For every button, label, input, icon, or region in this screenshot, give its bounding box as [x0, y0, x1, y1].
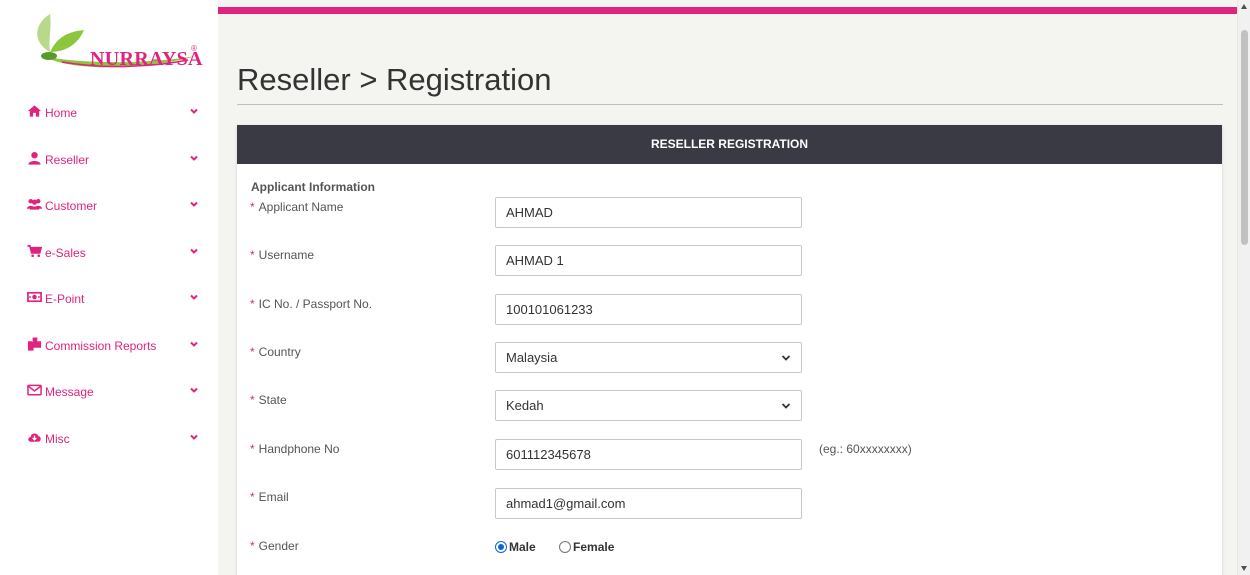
chevron-down-icon — [190, 387, 198, 393]
required-mark: * — [250, 200, 255, 214]
chevron-down-icon — [781, 403, 791, 409]
handphone-label: * Handphone No — [250, 442, 339, 456]
sidebar-item-misc[interactable]: Misc — [0, 418, 218, 465]
title-divider — [237, 104, 1223, 105]
applicant-name-input[interactable] — [495, 197, 802, 228]
sidebar-item-reseller[interactable]: Reseller — [0, 139, 218, 186]
gender-male-label: Male — [509, 540, 536, 554]
sidebar-item-e-sales[interactable]: e-Sales — [0, 232, 218, 279]
radio-selected-icon — [495, 541, 507, 553]
chevron-down-icon — [781, 355, 791, 361]
state-select[interactable]: Kedah — [495, 390, 802, 421]
required-mark: * — [250, 393, 255, 407]
applicant-name-label: * Applicant Name — [250, 200, 343, 214]
sidebar-item-label: Commission Reports — [45, 338, 157, 353]
required-mark: * — [250, 248, 255, 262]
gender-label: * Gender — [250, 539, 299, 553]
handphone-input[interactable] — [495, 439, 802, 470]
chevron-down-icon — [190, 201, 198, 207]
email-input[interactable] — [495, 488, 802, 519]
sidebar-item-home[interactable]: Home — [0, 92, 218, 139]
applicant-name-label-text: Applicant Name — [258, 200, 344, 214]
top-accent-bar — [218, 7, 1237, 14]
sidebar-item-commission-reports[interactable]: Commission Reports — [0, 325, 218, 372]
username-input[interactable] — [495, 245, 802, 276]
files-icon — [27, 336, 42, 351]
users-icon — [27, 198, 42, 210]
sidebar-item-label: Reseller — [45, 152, 90, 167]
username-label-text: Username — [258, 248, 315, 262]
sidebar-nav: Home Reseller Customer e-Sales E-Point C… — [0, 92, 218, 464]
required-mark: * — [250, 490, 255, 504]
chevron-down-icon — [190, 341, 198, 347]
chevron-down-icon — [190, 155, 198, 161]
handphone-hint: (eg.: 60xxxxxxxx) — [819, 442, 912, 456]
required-mark: * — [250, 345, 255, 359]
brand-name: NURRAYSA — [90, 48, 203, 70]
sidebar-item-label: Home — [45, 106, 78, 120]
page-title: Reseller > Registration — [237, 62, 552, 97]
gender-radio-group: Male Female — [495, 540, 634, 556]
cloud-download-icon — [28, 433, 41, 442]
required-mark: * — [250, 442, 255, 456]
sidebar-item-e-point[interactable]: E-Point — [0, 278, 218, 325]
email-label: * Email — [250, 490, 289, 504]
country-label: * Country — [250, 345, 301, 359]
gender-label-text: Gender — [258, 539, 299, 553]
sidebar-item-label: E-Point — [45, 292, 85, 306]
country-label-text: Country — [258, 345, 301, 359]
chevron-down-icon — [190, 434, 198, 440]
sidebar-item-label: e-Sales — [45, 245, 86, 260]
home-icon — [27, 105, 42, 117]
registration-panel: RESELLER REGISTRATION Applicant Informat… — [237, 125, 1222, 575]
scroll-up-icon[interactable] — [1241, 4, 1247, 9]
handphone-label-text: Handphone No — [258, 442, 340, 456]
sidebar-item-label: Message — [45, 385, 94, 399]
sidebar: NURRAYSA ® Home Reseller Customer e-Sale… — [0, 0, 218, 575]
country-select-value: Malaysia — [506, 350, 558, 365]
sidebar-item-label: Misc — [45, 431, 70, 446]
cart-icon — [27, 244, 42, 257]
scrollbar-thumb[interactable] — [1241, 30, 1248, 245]
chevron-down-icon — [190, 294, 198, 300]
chevron-down-icon — [190, 248, 198, 254]
brand-logo[interactable]: NURRAYSA ® — [28, 12, 203, 72]
section-title: Applicant Information — [251, 180, 375, 194]
sidebar-item-message[interactable]: Message — [0, 371, 218, 418]
scroll-down-icon[interactable] — [1241, 566, 1247, 571]
page-scrollbar[interactable] — [1237, 0, 1250, 575]
user-icon — [28, 151, 41, 165]
panel-heading: RESELLER REGISTRATION — [237, 125, 1222, 164]
required-mark: * — [250, 539, 255, 553]
username-label: * Username — [250, 248, 314, 262]
email-label-text: Email — [258, 490, 289, 504]
radio-unselected-icon — [559, 541, 572, 553]
chevron-down-icon — [190, 108, 198, 114]
ic-no-label: * IC No. / Passport No. — [250, 297, 372, 311]
country-select[interactable]: Malaysia — [495, 342, 802, 373]
ic-no-input[interactable] — [495, 294, 802, 325]
gender-female-radio[interactable]: Female — [559, 540, 614, 554]
money-icon — [27, 291, 42, 303]
required-mark: * — [250, 297, 255, 311]
state-label: * State — [250, 393, 287, 407]
sidebar-item-label: Customer — [45, 199, 98, 213]
sidebar-item-customer[interactable]: Customer — [0, 185, 218, 232]
state-select-value: Kedah — [506, 398, 544, 413]
ic-no-label-text: IC No. / Passport No. — [258, 297, 373, 311]
gender-female-label: Female — [573, 540, 615, 554]
state-label-text: State — [258, 393, 287, 407]
brand-registered-mark: ® — [191, 44, 197, 53]
gender-male-radio[interactable]: Male — [495, 540, 536, 554]
envelope-icon — [27, 384, 42, 396]
